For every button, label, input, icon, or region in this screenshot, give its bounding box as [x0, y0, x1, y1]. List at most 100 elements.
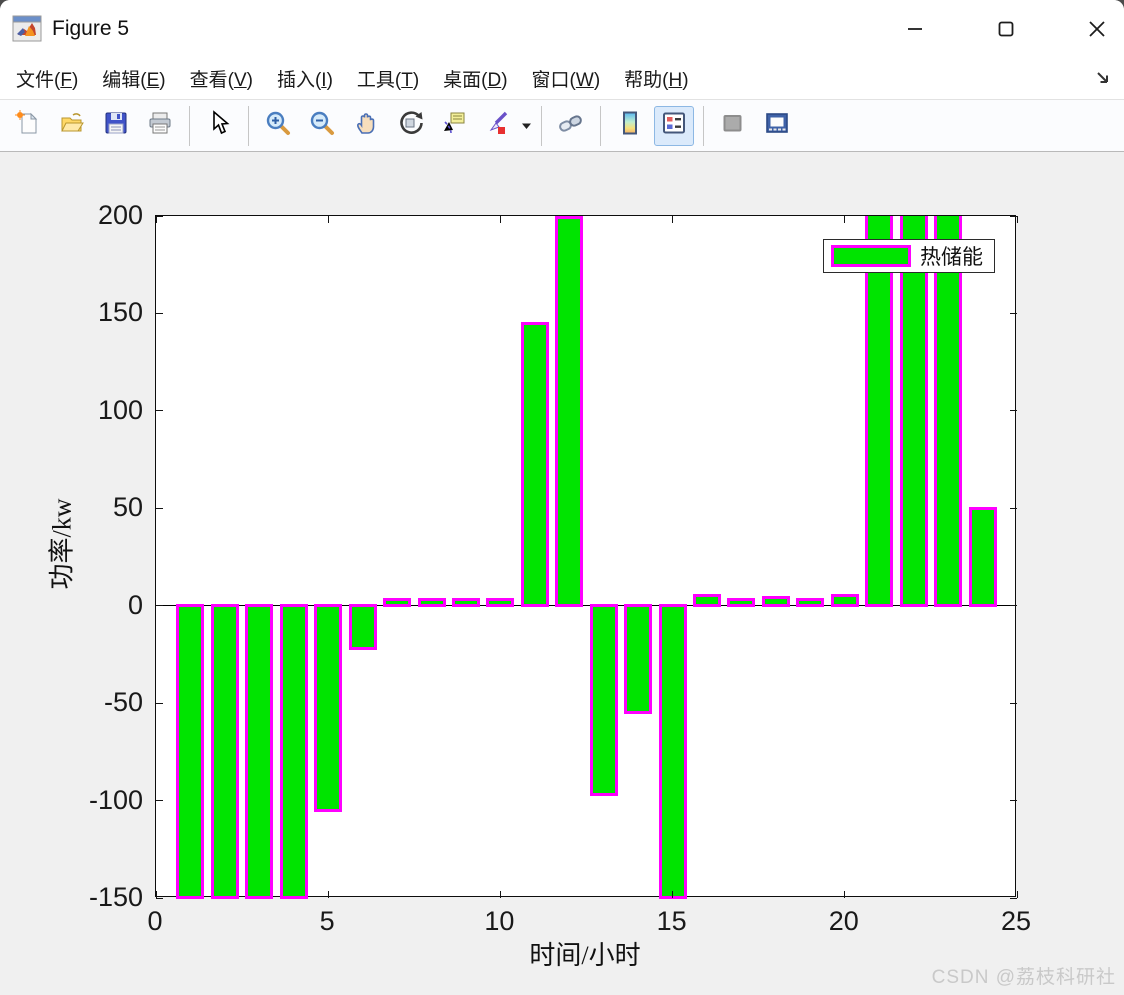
- y-tick-label: -150: [88, 882, 143, 912]
- window-title: Figure 5: [52, 16, 130, 40]
- y-tick-left: [156, 507, 163, 509]
- plot-area: 热储能: [155, 215, 1018, 900]
- y-tick-right: [1010, 897, 1017, 899]
- watermark: CSDN @荔枝科研社: [931, 967, 1116, 988]
- bar-hour-7: [383, 598, 412, 608]
- toolbar-separator: [189, 105, 190, 146]
- print-figure-button[interactable]: [140, 106, 180, 146]
- y-tick-label: 150: [97, 297, 143, 328]
- y-tick-left: [156, 215, 163, 217]
- legend-swatch: [831, 245, 911, 267]
- close-icon[interactable]: [1074, 9, 1120, 49]
- bar-hour-14: [624, 604, 653, 715]
- y-tick-left: [156, 702, 163, 704]
- matlab-figure-icon: [12, 15, 42, 42]
- y-tick-right: [1010, 605, 1017, 607]
- menu-item-h[interactable]: 帮助(H): [612, 61, 700, 96]
- y-tick-left: [156, 605, 163, 607]
- y-tick-right: [1010, 215, 1017, 217]
- figure-toolbar: [0, 100, 1124, 152]
- menu-item-i[interactable]: 插入(I): [265, 61, 345, 96]
- bar-hour-6: [348, 604, 377, 651]
- dock-arrow-icon[interactable]: [1094, 69, 1112, 87]
- menu-bar: 文件(F) 编辑(E) 查看(V) 插入(I) 工具(T) 桌面(D) 窗口(W) 帮助(H): [0, 57, 1124, 100]
- maximize-icon[interactable]: [983, 9, 1029, 49]
- toolbar-separator: [541, 105, 542, 146]
- x-tick-label: 25: [1000, 906, 1032, 936]
- open-file-button[interactable]: [52, 106, 92, 146]
- title-bar: Figure 5: [0, 0, 1124, 57]
- legend-label: 热储能: [920, 245, 983, 269]
- bar-hour-23: [934, 216, 963, 608]
- brush-data-button[interactable]: [478, 106, 518, 146]
- y-tick-label: 50: [112, 492, 143, 523]
- new-document-icon: [15, 110, 41, 141]
- y-tick-label: 0: [127, 589, 143, 620]
- new-figure-button[interactable]: [8, 106, 48, 146]
- bar-hour-2: [210, 604, 239, 900]
- menu-item-d[interactable]: 桌面(D): [431, 61, 519, 96]
- brush-dropdown-icon[interactable]: [520, 106, 534, 146]
- bar-hour-15: [658, 604, 687, 900]
- y-tick-right: [1010, 507, 1017, 509]
- y-tick-right: [1010, 410, 1017, 412]
- y-tick-label: -50: [103, 687, 143, 718]
- save-figure-button[interactable]: [96, 106, 136, 146]
- menu-item-w[interactable]: 窗口(W): [520, 61, 613, 96]
- figure-window: Figure 5 文件(F) 编辑(E) 查看(V) 插入(I) 工具(T) 桌面(D) 窗…: [0, 0, 1124, 995]
- data-cursor-icon: [441, 110, 467, 141]
- y-tick-right: [1010, 702, 1017, 704]
- bar-hour-18: [761, 596, 790, 608]
- hand-icon: [353, 110, 379, 141]
- toolbar-separator: [703, 105, 704, 146]
- pan-button[interactable]: [346, 106, 386, 146]
- data-cursor-button[interactable]: [434, 106, 474, 146]
- bar-hour-24: [968, 506, 997, 608]
- minimize-icon[interactable]: [892, 9, 938, 49]
- legend-box[interactable]: 热储能: [823, 239, 995, 273]
- x-tick-bottom: [844, 891, 846, 898]
- bar-hour-10: [486, 598, 515, 608]
- x-tick-top: [499, 216, 501, 223]
- bar-hour-17: [727, 598, 756, 608]
- bar-hour-19: [796, 598, 825, 608]
- y-tick-label: 200: [97, 200, 143, 230]
- zoom-out-icon: [309, 110, 335, 141]
- rotate-3d-icon: [397, 110, 423, 141]
- bar-hour-22: [899, 216, 928, 608]
- hide-plot-tools-button[interactable]: [713, 106, 753, 146]
- legend-icon: [661, 110, 687, 141]
- zoom-out-button[interactable]: [302, 106, 342, 146]
- x-tick-top: [155, 216, 157, 223]
- bar-hour-11: [520, 321, 549, 608]
- y-tick-right: [1010, 800, 1017, 802]
- menu-item-f[interactable]: 文件(F): [4, 61, 90, 96]
- dock-figure-button[interactable]: [757, 106, 797, 146]
- insert-legend-button[interactable]: [654, 105, 694, 146]
- edit-plot-button[interactable]: [199, 106, 239, 146]
- rotate-3d-button[interactable]: [390, 106, 430, 146]
- zoom-in-button[interactable]: [258, 106, 298, 146]
- dock-window-icon: [764, 110, 790, 141]
- menu-item-t[interactable]: 工具(T): [345, 61, 431, 96]
- plot-tools-icon: [720, 110, 746, 141]
- figure-canvas: 功率/kw 时间/小时 CSDN @荔枝科研社 热储能 0 5 10 15 20 25 200…: [0, 152, 1124, 994]
- x-tick-label: 5: [319, 906, 335, 936]
- bar-hour-20: [830, 594, 859, 608]
- bar-hour-12: [555, 216, 584, 608]
- link-plot-button[interactable]: [551, 106, 591, 146]
- bar-hour-21: [865, 216, 894, 608]
- x-tick-top: [844, 216, 846, 223]
- x-axis-label: 时间/小时: [529, 941, 641, 970]
- x-tick-bottom: [327, 891, 329, 898]
- menu-item-v[interactable]: 查看(V): [178, 61, 265, 96]
- link-icon: [558, 110, 584, 141]
- bar-hour-16: [693, 594, 722, 608]
- bar-hour-3: [245, 604, 274, 900]
- menu-item-e[interactable]: 编辑(E): [90, 61, 177, 96]
- y-tick-left: [156, 312, 163, 314]
- toolbar-separator: [600, 105, 601, 146]
- insert-colorbar-button[interactable]: [610, 106, 650, 146]
- x-tick-bottom: [499, 891, 501, 898]
- x-tick-top: [1016, 216, 1018, 223]
